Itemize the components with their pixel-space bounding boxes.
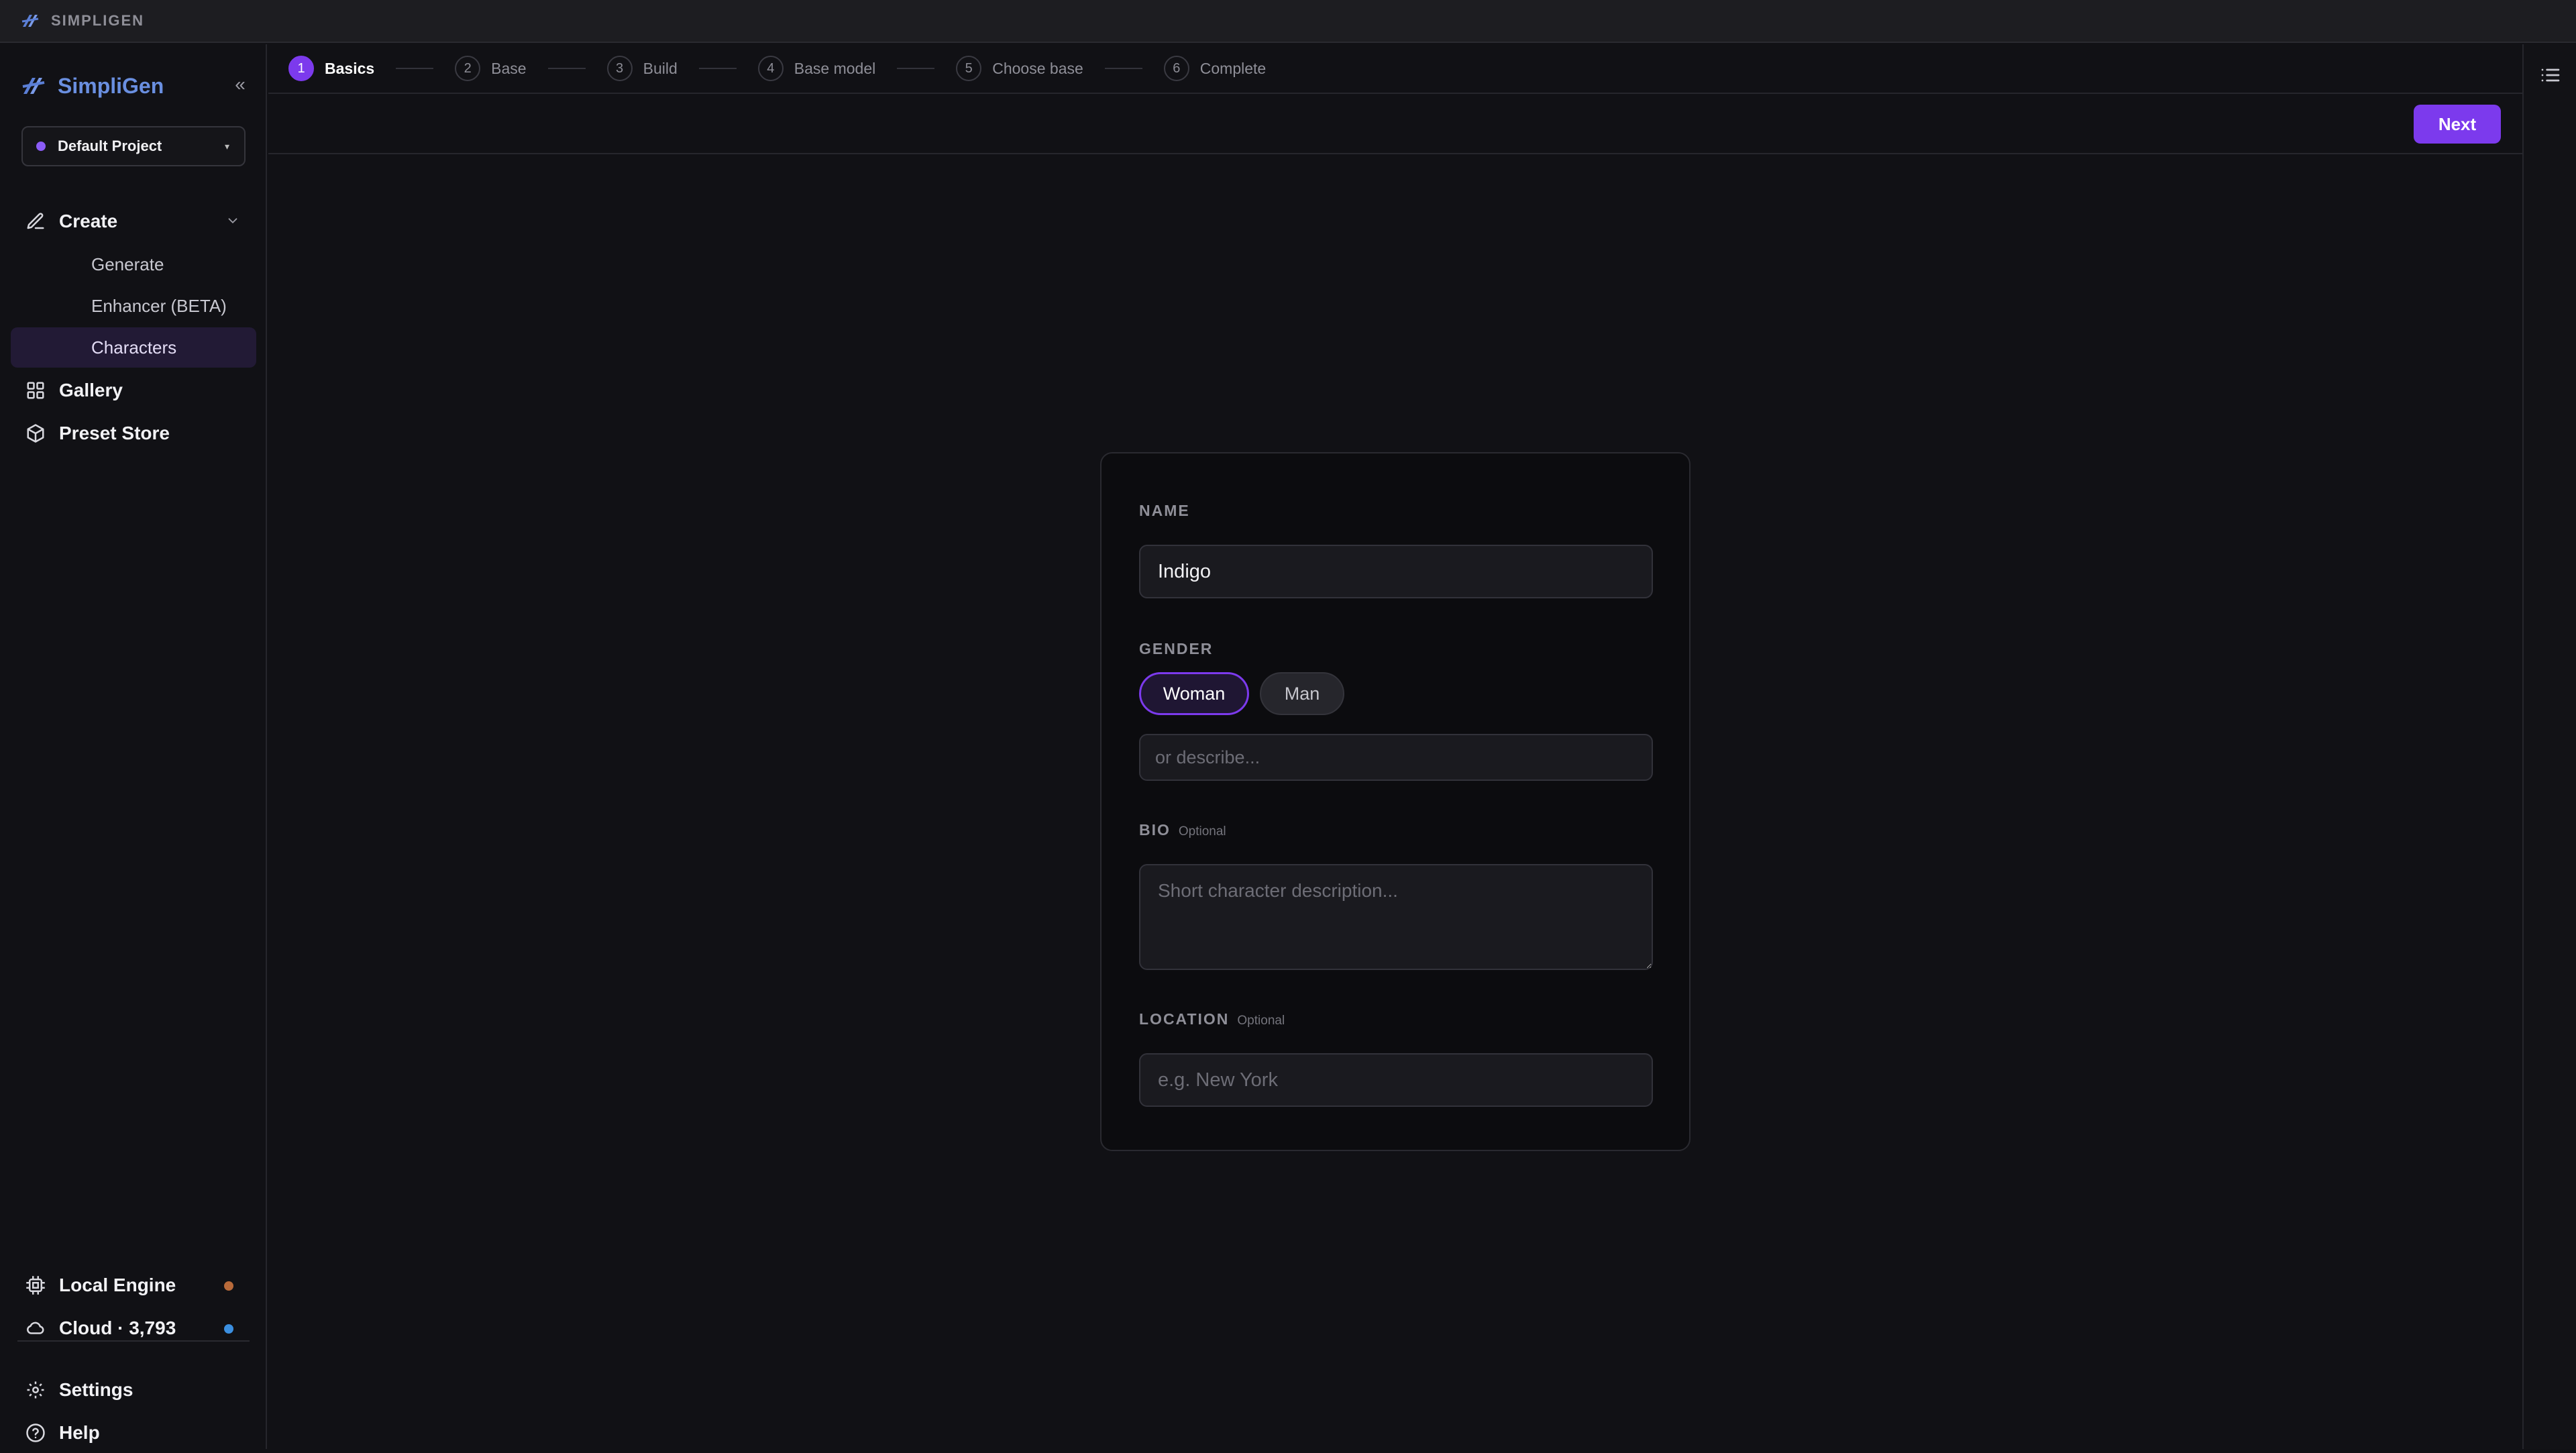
step-label: Base (491, 59, 527, 77)
location-label-text: LOCATION (1139, 1010, 1230, 1028)
simpligen-logo-icon (21, 15, 39, 27)
gender-label: GENDER (1139, 640, 1214, 657)
pencil-icon (27, 213, 44, 229)
cloud-icon (27, 1322, 44, 1334)
nav-help-label: Help (59, 1422, 100, 1443)
nav-preset-store-label: Preset Store (59, 423, 170, 443)
nav-local-engine[interactable]: Local Engine (11, 1265, 256, 1305)
right-rail (2522, 44, 2576, 1449)
step-label: Build (643, 59, 678, 77)
bio-textarea[interactable] (1139, 864, 1653, 970)
title-bar: SIMPLIGEN (0, 0, 2576, 43)
step-number: 2 (455, 56, 481, 81)
step-complete[interactable]: 6 Complete (1163, 56, 1267, 81)
nav-preset-store[interactable]: Preset Store (11, 413, 256, 453)
step-separator (897, 68, 935, 69)
project-name: Default Project (58, 138, 162, 154)
bio-label: BIO Optional (1139, 821, 1226, 839)
nav-settings[interactable]: Settings (11, 1370, 256, 1410)
bio-optional-tag: Optional (1178, 824, 1226, 839)
collapse-sidebar-button[interactable]: « (228, 71, 252, 98)
action-bar: Next (268, 95, 2522, 154)
location-label: LOCATION Optional (1139, 1010, 1285, 1028)
box-icon (27, 424, 44, 443)
step-label: Base model (794, 59, 876, 77)
step-label: Basics (325, 59, 375, 77)
help-circle-icon (26, 1423, 45, 1442)
step-choose-base[interactable]: 5 Choose base (956, 56, 1083, 81)
step-separator (547, 68, 586, 69)
step-number: 5 (956, 56, 982, 81)
wizard-steps: 1 Basics 2 Base 3 Build 4 Base model 5 C… (268, 44, 2522, 94)
gender-option-man[interactable]: Man (1260, 672, 1344, 715)
name-label: NAME (1139, 502, 1190, 519)
step-separator (396, 68, 434, 69)
step-separator (1104, 68, 1142, 69)
step-build[interactable]: 3 Build (606, 56, 678, 81)
nav-help[interactable]: Help (11, 1413, 256, 1453)
nav-create-label: Create (59, 211, 118, 231)
step-number: 1 (288, 56, 314, 81)
list-icon[interactable] (2540, 64, 2561, 86)
local-engine-status-dot (224, 1281, 233, 1291)
chevron-down-icon (228, 218, 237, 224)
grid-icon (27, 382, 44, 399)
gender-describe-input[interactable] (1139, 734, 1653, 781)
gender-option-woman[interactable]: Woman (1139, 672, 1249, 715)
nav-sub-characters[interactable]: Characters (11, 327, 256, 368)
step-base-model[interactable]: 4 Base model (757, 56, 876, 81)
gear-icon (27, 1381, 44, 1399)
sidebar-divider (17, 1340, 250, 1342)
step-number: 4 (757, 56, 784, 81)
nav-sub-enhancer[interactable]: Enhancer (BETA) (11, 286, 256, 326)
app-title: SIMPLIGEN (51, 12, 145, 29)
location-optional-tag: Optional (1237, 1014, 1285, 1028)
brand[interactable]: SimpliGen (20, 67, 164, 105)
nav-create[interactable]: Create (11, 201, 256, 241)
nav-gallery[interactable]: Gallery (11, 370, 256, 411)
next-button[interactable]: Next (2414, 105, 2501, 144)
step-number: 6 (1163, 56, 1189, 81)
step-label: Choose base (992, 59, 1083, 77)
chip-icon (26, 1276, 45, 1295)
nav-cloud[interactable]: Cloud · 3,793 (11, 1308, 256, 1348)
step-basics[interactable]: 1 Basics (288, 56, 374, 81)
nav-local-engine-label: Local Engine (59, 1275, 176, 1295)
project-color-dot (36, 142, 46, 151)
bio-label-text: BIO (1139, 821, 1171, 839)
character-basics-card: NAME GENDER Woman Man BIO Optional LOCATI… (1100, 452, 1690, 1151)
step-base[interactable]: 2 Base (455, 56, 527, 81)
simpligen-logo-icon (22, 78, 45, 94)
location-input[interactable] (1139, 1053, 1653, 1107)
nav-settings-label: Settings (59, 1379, 133, 1400)
sidebar: SimpliGen « Default Project ▾ Create Gen… (0, 44, 267, 1449)
caret-down-icon: ▾ (224, 141, 229, 152)
nav-sub-generate[interactable]: Generate (11, 244, 256, 284)
cloud-status-dot (224, 1324, 233, 1334)
step-number: 3 (606, 56, 633, 81)
nav-cloud-label: Cloud · 3,793 (59, 1317, 176, 1338)
step-separator (698, 68, 737, 69)
brand-name: SimpliGen (58, 73, 164, 98)
step-label: Complete (1199, 59, 1267, 77)
name-input[interactable] (1139, 545, 1653, 598)
project-selector[interactable]: Default Project ▾ (21, 126, 246, 166)
nav-gallery-label: Gallery (59, 380, 123, 400)
